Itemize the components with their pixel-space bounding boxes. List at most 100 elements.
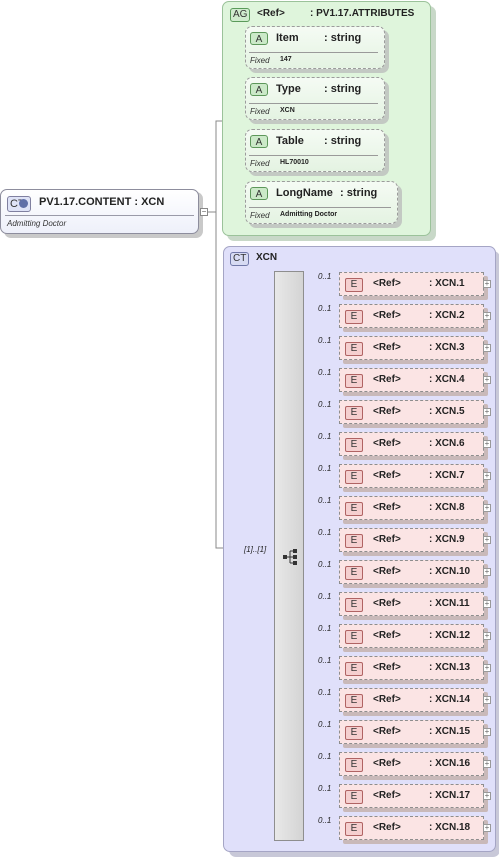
element-cardinality: 0..1 (318, 816, 332, 825)
attribute-fixed-value: XCN (280, 107, 295, 114)
attribute-badge: A (250, 135, 268, 148)
expand-toggle[interactable]: + (483, 472, 491, 480)
attribute-name: Type (276, 83, 301, 95)
element-box[interactable]: E <Ref> : XCN.14 (339, 688, 484, 712)
element-name: : XCN.2 (429, 310, 465, 321)
element-name: : XCN.15 (429, 726, 471, 737)
element-box[interactable]: E <Ref>: XCN.9 (339, 528, 484, 552)
element-name: : XCN.7 (429, 470, 465, 481)
element-badge: E (345, 406, 363, 420)
element-cardinality: 0..1 (318, 368, 332, 377)
root-element-box[interactable]: CT PV1.17.CONTENT : XCN Admitting Doctor (0, 189, 199, 234)
element-ref: <Ref> (373, 566, 401, 577)
expand-toggle[interactable]: + (483, 696, 491, 704)
sequence-compositor[interactable] (274, 271, 304, 841)
element-name: : XCN.8 (429, 502, 465, 513)
element-box[interactable]: E <Ref>: XCN.4 (339, 368, 484, 392)
element-name: : XCN.13 (429, 662, 471, 673)
attribute-fixed-value: 147 (280, 56, 292, 63)
element-cardinality: 0..1 (318, 560, 332, 569)
element-ref: <Ref> (373, 406, 401, 417)
element-box[interactable]: E <Ref>: XCN.5 (339, 400, 484, 424)
element-ref: <Ref> (373, 694, 401, 705)
expand-toggle[interactable]: + (483, 536, 491, 544)
element-ref: <Ref> (373, 374, 401, 385)
element-box[interactable]: E <Ref>: XCN.8 (339, 496, 484, 520)
root-description: Admitting Doctor (7, 219, 67, 228)
expand-toggle[interactable]: + (483, 376, 491, 384)
element-name: : XCN.16 (429, 758, 471, 769)
element-ref: <Ref> (373, 278, 401, 289)
element-badge: E (345, 822, 363, 836)
expand-toggle[interactable]: + (483, 408, 491, 416)
element-box[interactable]: E <Ref>: XCN.16 (339, 752, 484, 776)
ag-badge: AG (230, 8, 251, 22)
root-separator (5, 215, 194, 216)
expand-toggle[interactable]: + (483, 728, 491, 736)
element-box[interactable]: E <Ref> : XCN.3 (339, 336, 484, 360)
element-box[interactable]: E <Ref>: XCN.6 (339, 432, 484, 456)
ag-name: : PV1.17.ATTRIBUTES (310, 8, 415, 19)
element-name: : XCN.12 (429, 630, 471, 641)
root-title: PV1.17.CONTENT : XCN (39, 196, 165, 208)
element-name: : XCN.14 (429, 694, 471, 705)
ct-badge: CT (7, 196, 31, 212)
attribute-type: : string (324, 135, 362, 147)
element-box[interactable]: E <Ref>: XCN.12 (339, 624, 484, 648)
expand-toggle[interactable]: + (483, 760, 491, 768)
ct-badge: CT (230, 252, 250, 266)
attribute-box[interactable]: A LongName: string Fixed Admitting Doctor (245, 181, 398, 224)
element-box[interactable]: E <Ref>: XCN.1 (339, 272, 484, 296)
sequence-icon (283, 549, 297, 565)
collapse-toggle[interactable]: − (200, 208, 208, 216)
element-box[interactable]: E <Ref>: XCN.17 (339, 784, 484, 808)
element-badge: E (345, 726, 363, 740)
element-badge: E (345, 310, 363, 324)
element-badge: E (345, 790, 363, 804)
attribute-separator (249, 155, 378, 156)
element-name: : XCN.11 (429, 598, 470, 609)
element-ref: <Ref> (373, 438, 401, 449)
expand-toggle[interactable]: + (483, 664, 491, 672)
expand-toggle[interactable]: + (483, 440, 491, 448)
expand-toggle[interactable]: + (483, 600, 491, 608)
element-box[interactable]: E <Ref>: XCN.11 (339, 592, 484, 616)
complex-type-name: XCN (256, 252, 278, 263)
expand-toggle[interactable]: + (483, 280, 491, 288)
element-name: : XCN.1 (429, 278, 465, 289)
element-box[interactable]: E <Ref>: XCN.7 (339, 464, 484, 488)
attribute-box[interactable]: A Type: string Fixed XCN (245, 77, 385, 120)
expand-toggle[interactable]: + (483, 632, 491, 640)
element-box[interactable]: E <Ref>: XCN.13 (339, 656, 484, 680)
expand-toggle[interactable]: + (483, 312, 491, 320)
attribute-box[interactable]: A Table: string Fixed HL70010 (245, 129, 385, 172)
element-box[interactable]: E <Ref>: XCN.15 (339, 720, 484, 744)
element-badge: E (345, 630, 363, 644)
element-badge: E (345, 342, 363, 356)
element-badge: E (345, 502, 363, 516)
attribute-type: : string (324, 32, 362, 44)
attribute-name: LongName (276, 187, 333, 199)
expand-toggle[interactable]: + (483, 504, 491, 512)
element-name: : XCN.3 (429, 342, 465, 353)
attribute-type: : string (340, 187, 378, 199)
element-cardinality: 0..1 (318, 688, 332, 697)
expand-toggle[interactable]: + (483, 824, 491, 832)
sequence-cardinality: [1]..[1] (244, 545, 267, 554)
element-ref: <Ref> (373, 790, 401, 801)
element-cardinality: 0..1 (318, 784, 332, 793)
attribute-box[interactable]: A Item: string Fixed 147 (245, 26, 385, 69)
element-ref: <Ref> (373, 470, 401, 481)
element-name: : XCN.6 (429, 438, 465, 449)
expand-toggle[interactable]: + (483, 568, 491, 576)
element-box[interactable]: E <Ref>: XCN.2 (339, 304, 484, 328)
element-badge: E (345, 534, 363, 548)
element-ref: <Ref> (373, 342, 401, 353)
attribute-name: Table (276, 135, 304, 147)
expand-toggle[interactable]: + (483, 792, 491, 800)
element-box[interactable]: E <Ref>: XCN.10 (339, 560, 484, 584)
element-badge: E (345, 694, 363, 708)
element-cardinality: 0..1 (318, 720, 332, 729)
element-box[interactable]: E <Ref>: XCN.18 (339, 816, 484, 840)
expand-toggle[interactable]: + (483, 344, 491, 352)
